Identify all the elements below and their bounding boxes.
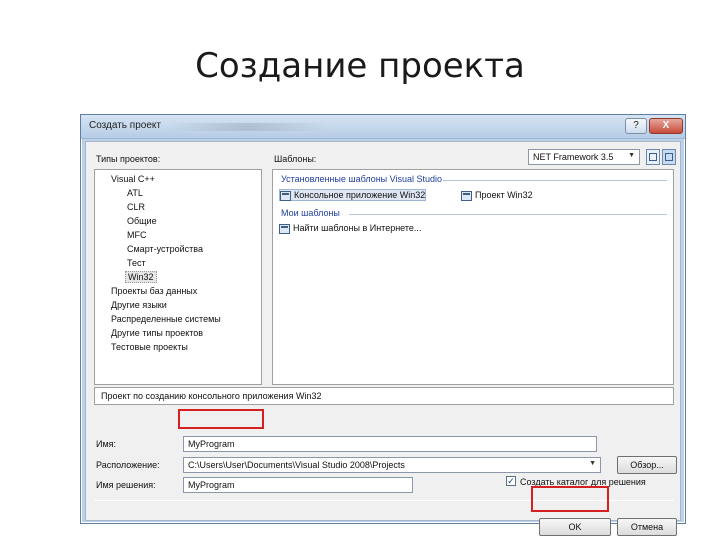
footer-divider (94, 500, 674, 501)
templates-list[interactable]: Установленные шаблоны Visual Studio Конс… (272, 169, 674, 385)
tree-item-test-projects[interactable]: Тестовые проекты (111, 342, 188, 352)
framework-value: NET Framework 3.5 (533, 152, 614, 162)
chevron-down-icon: ▼ (628, 152, 635, 159)
name-label: Имя: (96, 439, 117, 449)
template-console-app[interactable]: Консольное приложение Win32 (279, 189, 427, 201)
solution-name-input[interactable] (183, 477, 413, 493)
tree-item-general[interactable]: Общие (127, 216, 157, 226)
template-console-app-label: Консольное приложение Win32 (294, 190, 426, 200)
tree-item-distributed-systems[interactable]: Распределенные системы (111, 314, 221, 324)
new-project-dialog: Создать проект ? X Типы проектов: Шаблон… (80, 114, 686, 536)
console-app-icon (280, 191, 291, 201)
tree-item-atl[interactable]: ATL (127, 188, 143, 198)
framework-select[interactable]: NET Framework 3.5 ▼ (528, 149, 640, 165)
dialog-title: Создать проект (89, 120, 161, 131)
blurred-region (169, 123, 327, 131)
tree-item-clr[interactable]: CLR (127, 202, 145, 212)
template-search-online-label: Найти шаблоны в Интернете... (293, 223, 422, 233)
project-types-label: Типы проектов: (96, 154, 161, 164)
large-icons-view-button[interactable] (646, 149, 660, 165)
browse-button[interactable]: Обзор... (617, 456, 677, 474)
help-button[interactable]: ? (625, 118, 647, 134)
location-combo[interactable]: C:\Users\User\Documents\Visual Studio 20… (183, 457, 601, 473)
template-win32-project[interactable]: Проект Win32 (461, 190, 533, 201)
template-search-online[interactable]: Найти шаблоны в Интернете... (279, 223, 422, 234)
grid-icon (649, 153, 657, 161)
project-name-input[interactable] (183, 436, 597, 452)
list-icon (665, 153, 673, 161)
create-directory-label: Создать каталог для решения (520, 477, 646, 487)
tree-item-visual-cpp[interactable]: Visual C++ (111, 174, 155, 184)
win32-project-icon (461, 191, 472, 201)
small-icons-view-button[interactable] (662, 149, 676, 165)
tree-item-win32[interactable]: Win32 (125, 271, 157, 283)
tree-item-database-projects[interactable]: Проекты баз данных (111, 286, 197, 296)
solution-name-label: Имя решения: (96, 480, 156, 490)
project-types-tree[interactable]: Visual C++ ATL CLR Общие MFC Смарт-устро… (94, 169, 262, 385)
tree-item-mfc[interactable]: MFC (127, 230, 147, 240)
search-online-icon (279, 224, 290, 234)
tree-item-smart-devices[interactable]: Смарт-устройства (127, 244, 203, 254)
cancel-button[interactable]: Отмена (617, 518, 677, 536)
template-description: Проект по созданию консольного приложени… (94, 387, 674, 405)
template-win32-project-label: Проект Win32 (475, 190, 533, 200)
group-divider (443, 180, 667, 181)
tree-item-other-project-types[interactable]: Другие типы проектов (111, 328, 203, 338)
dialog-titlebar[interactable]: Создать проект ? X (81, 115, 685, 139)
create-directory-checkbox[interactable]: ✓ (506, 476, 516, 486)
group-divider (349, 214, 667, 215)
my-templates-header: Мои шаблоны (281, 208, 340, 218)
templates-label: Шаблоны: (274, 154, 317, 164)
installed-templates-header: Установленные шаблоны Visual Studio (281, 174, 443, 184)
location-value: C:\Users\User\Documents\Visual Studio 20… (188, 460, 405, 470)
tree-item-test[interactable]: Тест (127, 258, 146, 268)
close-button[interactable]: X (649, 118, 683, 134)
ok-button[interactable]: OK (539, 518, 611, 536)
tree-item-other-languages[interactable]: Другие языки (111, 300, 167, 310)
slide-title: Создание проекта (195, 46, 525, 86)
chevron-down-icon: ▼ (589, 460, 596, 467)
dialog-body: Типы проектов: Шаблоны: NET Framework 3.… (85, 141, 681, 536)
location-label: Расположение: (96, 460, 160, 470)
